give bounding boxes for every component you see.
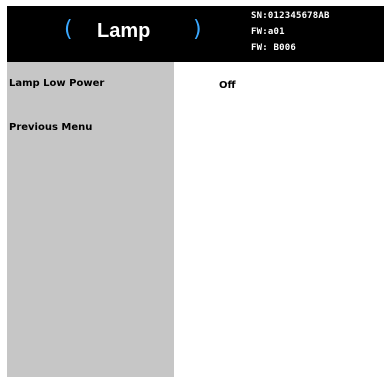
title-right-paren: ) xyxy=(193,17,202,42)
menu-item-lamp-low-power[interactable]: Lamp Low Power xyxy=(9,77,104,91)
firmware-version-2: FW: B006 xyxy=(251,43,296,53)
menu-title-text: Lamp xyxy=(97,20,151,42)
menu-sidebar: Lamp Low Power Previous Menu xyxy=(7,62,174,377)
projector-osd-menu: ( Lamp ) SN:012345678AB FW:a01 FW: B006 … xyxy=(7,6,384,377)
lamp-low-power-value[interactable]: Off xyxy=(219,79,236,93)
menu-values-panel: Off xyxy=(174,62,384,377)
serial-number: SN:012345678AB xyxy=(251,11,330,21)
menu-item-previous-menu[interactable]: Previous Menu xyxy=(9,121,92,135)
firmware-version-1: FW:a01 xyxy=(251,27,285,37)
menu-header: ( Lamp ) SN:012345678AB FW:a01 FW: B006 xyxy=(7,6,384,62)
device-info: SN:012345678AB FW:a01 FW: B006 xyxy=(251,8,330,56)
title-left-paren: ( xyxy=(64,17,73,42)
menu-title: ( Lamp ) xyxy=(7,6,237,62)
